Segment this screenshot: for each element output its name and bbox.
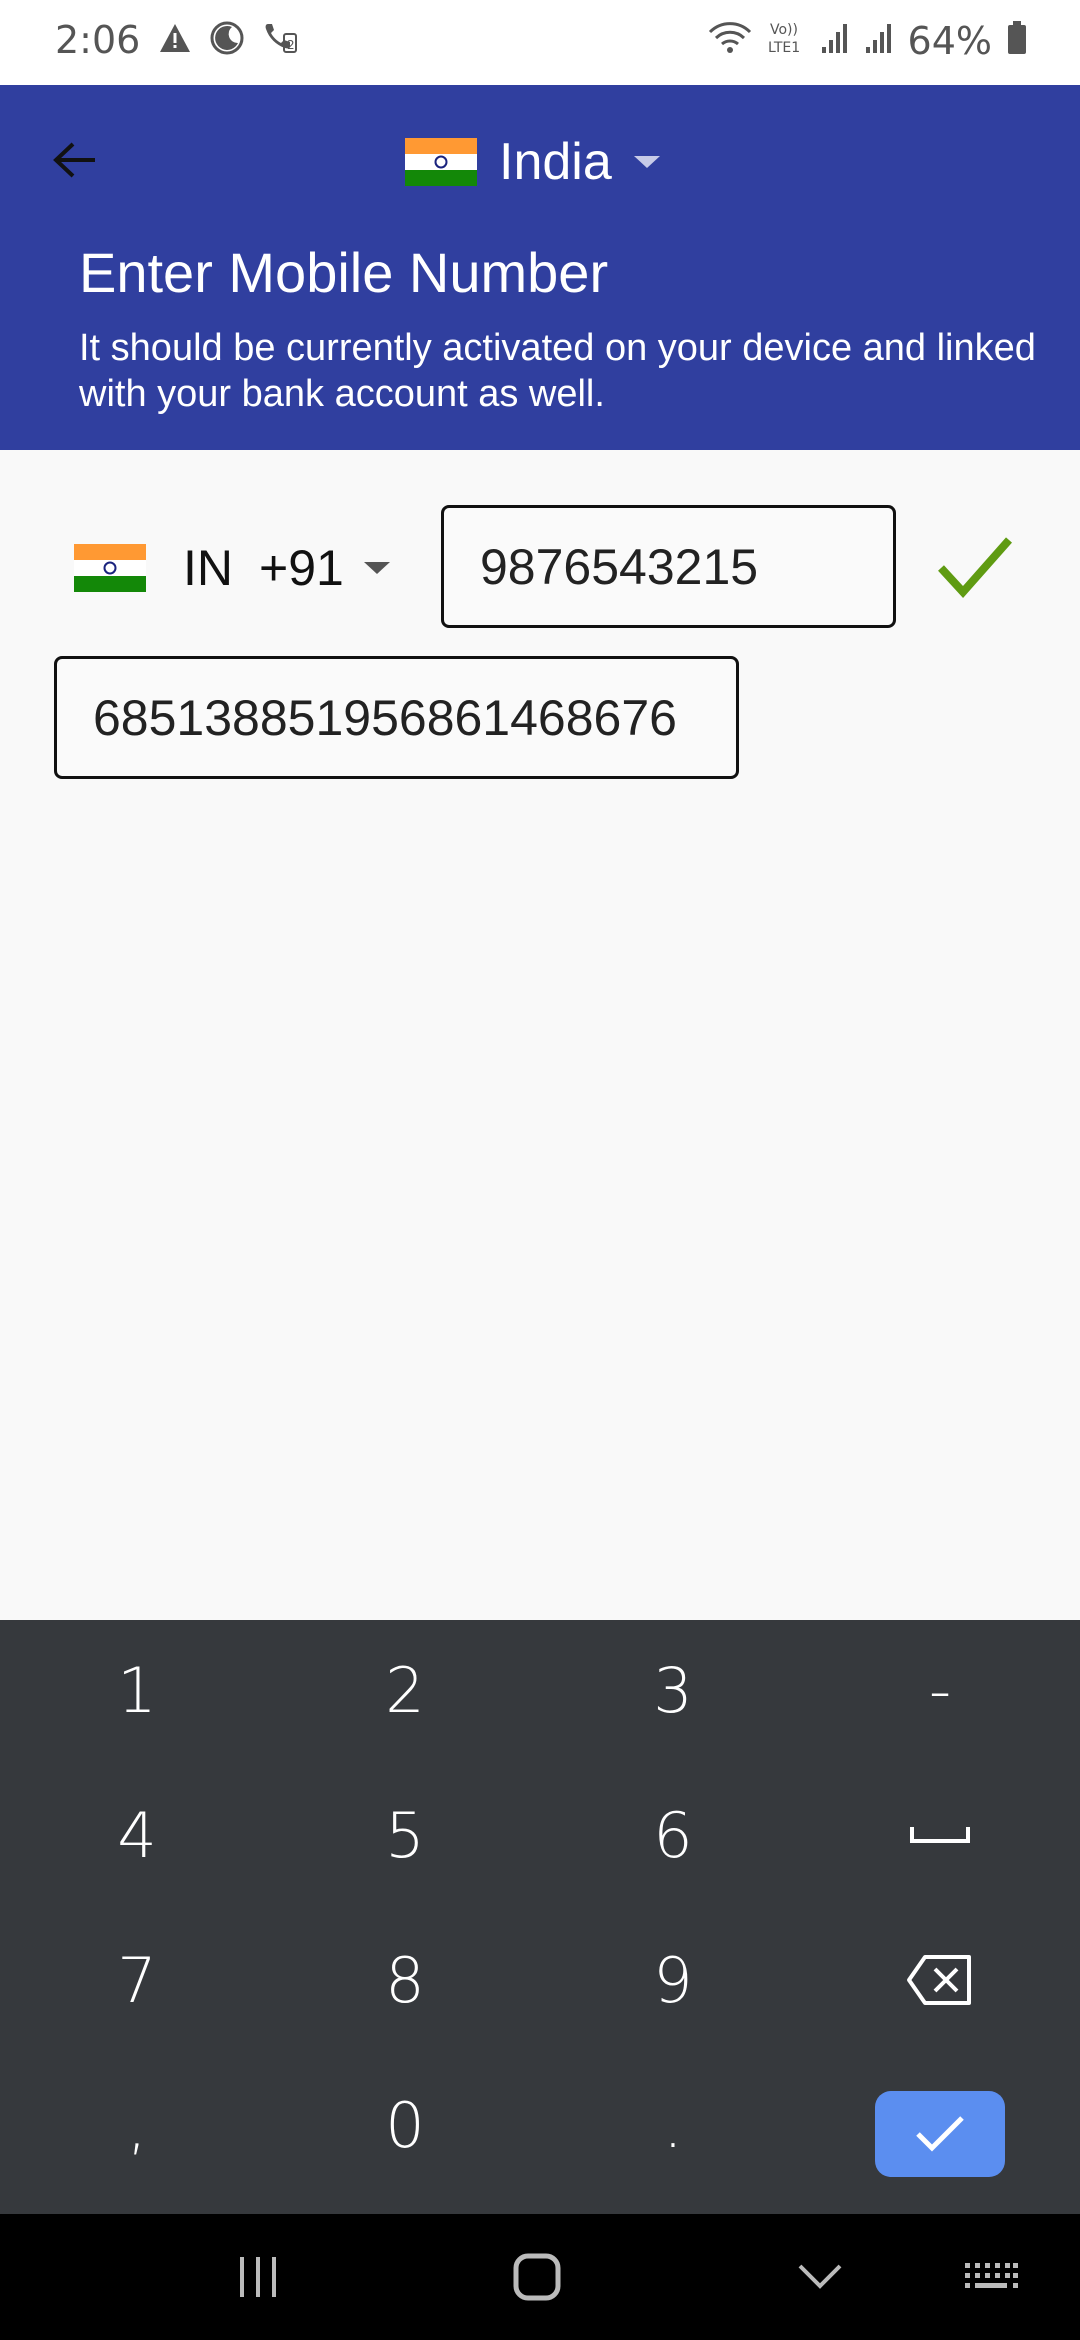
- chevron-down-icon: [363, 561, 390, 574]
- battery-percent: 64%: [907, 18, 992, 63]
- key-period[interactable]: .: [563, 2055, 783, 2195]
- battery-icon: [1006, 20, 1028, 61]
- key-1[interactable]: 1: [27, 1620, 247, 1760]
- svg-text:2: 2: [287, 38, 295, 52]
- numeric-keyboard: 1 2 3 - 4 5 6 7 8 9 , 0 .: [0, 1620, 1080, 2214]
- key-backspace[interactable]: [830, 1910, 1050, 2050]
- country-code-picker[interactable]: IN +91: [74, 539, 390, 597]
- india-flag-icon: [405, 138, 477, 186]
- status-bar: 2:06 2 Vo)) LTE1 64%: [0, 0, 1080, 85]
- svg-text:Vo)): Vo)): [770, 22, 798, 38]
- page-title: Enter Mobile Number: [79, 241, 609, 304]
- key-7[interactable]: 7: [27, 1910, 247, 2050]
- checkmark-icon: [935, 532, 1015, 602]
- key-minus[interactable]: -: [830, 1620, 1050, 1760]
- recents-icon: [240, 2257, 276, 2297]
- svg-text:LTE1: LTE1: [768, 40, 800, 56]
- navigation-bar: [0, 2214, 1080, 2340]
- country-name: India: [499, 133, 612, 191]
- key-3[interactable]: 3: [563, 1620, 783, 1760]
- home-button[interactable]: [492, 2242, 582, 2312]
- alert-icon: [158, 22, 192, 59]
- header: India Enter Mobile Number It should be c…: [0, 85, 1080, 450]
- checkmark-icon: [916, 2116, 964, 2152]
- home-icon: [513, 2253, 561, 2301]
- back-button[interactable]: [40, 125, 110, 195]
- key-9[interactable]: 9: [563, 1910, 783, 2050]
- do-not-disturb-icon: [210, 21, 244, 60]
- key-4[interactable]: 4: [27, 1765, 247, 1905]
- country-iso: IN: [183, 539, 233, 596]
- key-space[interactable]: [830, 1765, 1050, 1905]
- recents-button[interactable]: [213, 2242, 303, 2312]
- hide-keyboard-button[interactable]: [775, 2242, 865, 2312]
- backspace-icon: [907, 1955, 971, 2005]
- india-flag-icon: [74, 543, 146, 592]
- key-comma[interactable]: ,: [27, 2055, 247, 2195]
- status-time: 2:06: [55, 18, 141, 62]
- key-8[interactable]: 8: [295, 1910, 515, 2050]
- wifi-icon: [708, 20, 752, 61]
- key-6[interactable]: 6: [563, 1765, 783, 1905]
- signal-sim2-icon: [864, 21, 894, 60]
- country-code-row: IN +91: [74, 505, 390, 630]
- arrow-left-icon: [53, 142, 95, 178]
- page-subtitle: It should be currently activated on your…: [79, 327, 1036, 415]
- space-icon: [910, 1827, 970, 1843]
- keyboard-icon: [965, 2263, 1018, 2288]
- chevron-down-icon: [798, 2264, 842, 2289]
- secondary-number-input[interactable]: [54, 656, 739, 779]
- key-2[interactable]: 2: [295, 1620, 515, 1760]
- signal-sim1-icon: [820, 21, 850, 60]
- call-sim2-icon: 2: [262, 20, 298, 61]
- done-button[interactable]: [875, 2091, 1005, 2177]
- key-5[interactable]: 5: [295, 1765, 515, 1905]
- key-0[interactable]: 0: [295, 2055, 515, 2195]
- chevron-down-icon: [633, 156, 660, 168]
- country-selector[interactable]: India: [405, 127, 660, 197]
- volte-lte-icon: Vo)) LTE1: [766, 18, 806, 63]
- mobile-number-input[interactable]: [441, 505, 896, 628]
- keyboard-switch-button[interactable]: [946, 2242, 1036, 2312]
- dial-code: +91: [259, 539, 344, 596]
